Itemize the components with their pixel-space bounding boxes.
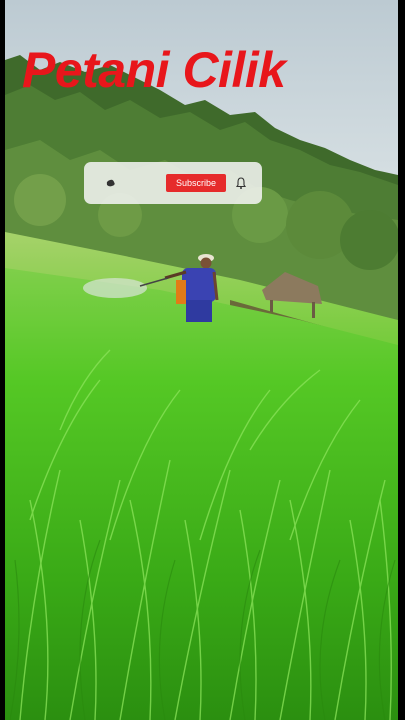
subscribe-button[interactable]: Subscribe xyxy=(166,174,226,192)
spray-mist xyxy=(83,278,147,298)
video-frame: Petani Cilik Subscribe xyxy=(0,0,405,720)
bell-icon[interactable] xyxy=(234,176,248,190)
video-title: Petani Cilik xyxy=(22,42,286,98)
channel-logo-icon[interactable] xyxy=(104,176,118,190)
rice-field xyxy=(5,268,398,720)
subscribe-bar: Subscribe xyxy=(84,162,262,204)
rice-field-scene xyxy=(0,0,405,720)
